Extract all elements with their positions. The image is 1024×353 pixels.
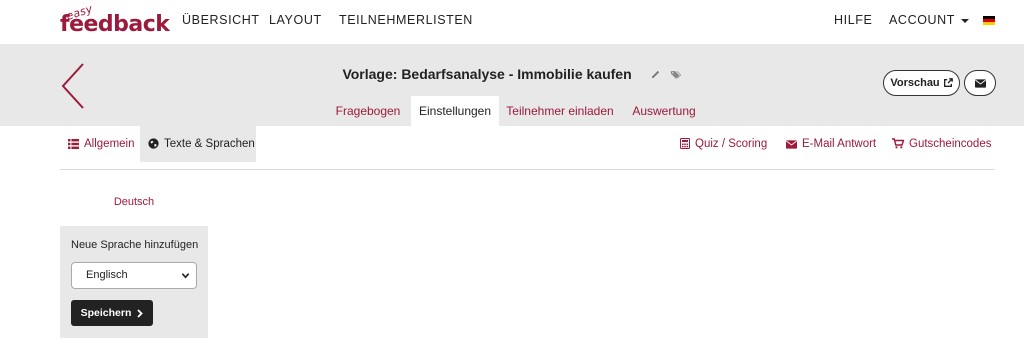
subnav-voucher-codes[interactable]: Gutscheincodes [892, 126, 991, 162]
save-button-label: Speichern [80, 307, 132, 319]
survey-tabs: Fragebogen Einstellungen Teilnehmer einl… [0, 96, 1024, 126]
subnav-texts-languages[interactable]: Texte & Sprachen [140, 126, 256, 162]
survey-header: Vorlage: Bedarfsanalyse - Immobilie kauf… [0, 44, 1024, 126]
nav-account[interactable]: ACCOUNT [889, 13, 970, 27]
subnav-texts-label: Texte & Sprachen [164, 138, 255, 150]
survey-title: Vorlage: Bedarfsanalyse - Immobilie kauf… [342, 66, 632, 83]
preview-button[interactable]: Vorschau [883, 70, 960, 96]
tab-invite-participants[interactable]: Teilnehmer einladen [500, 96, 620, 126]
survey-title-row: Vorlage: Bedarfsanalyse - Immobilie kauf… [0, 66, 1024, 84]
subnav-quiz-scoring[interactable]: Quiz / Scoring [680, 126, 767, 162]
language-select[interactable]: Englisch [71, 262, 197, 289]
calculator-icon [680, 138, 690, 149]
german-flag-icon[interactable] [983, 16, 995, 25]
logo-feedback-text: feedback [60, 12, 170, 37]
pencil-icon[interactable] [650, 69, 661, 80]
tab-questionnaire[interactable]: Fragebogen [326, 96, 410, 126]
subnav-general-label: Allgemein [84, 138, 135, 150]
settings-subnav: Allgemein Texte & Sprachen Quiz / Scorin… [60, 126, 995, 170]
subnav-quiz-label: Quiz / Scoring [695, 138, 768, 150]
subnav-general[interactable]: Allgemein [60, 126, 140, 162]
external-link-icon [943, 78, 953, 87]
add-language-label: Neue Sprache hinzufügen [71, 239, 199, 251]
nav-layout[interactable]: LAYOUT [269, 13, 322, 27]
current-language-link[interactable]: Deutsch [60, 196, 208, 208]
chevron-right-icon [137, 308, 144, 318]
add-language-panel: Neue Sprache hinzufügen Englisch Speiche… [60, 226, 208, 338]
tab-evaluation[interactable]: Auswertung [622, 96, 706, 126]
tab-settings[interactable]: Einstellungen [411, 96, 499, 126]
save-button[interactable]: Speichern [71, 300, 153, 326]
easyfeedback-logo[interactable]: easy feedback [58, 2, 170, 42]
list-icon [68, 139, 79, 149]
preview-label: Vorschau [890, 77, 940, 89]
envelope-icon [974, 78, 986, 88]
nav-help[interactable]: HILFE [834, 13, 872, 27]
globe-icon [148, 138, 159, 149]
subnav-email-label: E-Mail Antwort [802, 138, 877, 150]
subnav-email-reply[interactable]: E-Mail Antwort [786, 126, 876, 162]
envelope-icon [786, 140, 797, 149]
chevron-down-icon [181, 273, 190, 279]
nav-account-label: ACCOUNT [889, 13, 956, 27]
email-button[interactable] [964, 70, 996, 96]
language-select-value: Englisch [86, 269, 128, 281]
tags-icon[interactable] [670, 69, 682, 80]
caret-down-icon [961, 18, 970, 23]
nav-participant-lists[interactable]: TEILNEHMERLISTEN [339, 13, 473, 27]
nav-overview[interactable]: ÜBERSICHT [182, 13, 260, 27]
top-navbar: easy feedback ÜBERSICHT LAYOUT TEILNEHME… [0, 0, 1024, 44]
shopping-cart-icon [892, 138, 905, 149]
subnav-vouchers-label: Gutscheincodes [909, 138, 992, 150]
